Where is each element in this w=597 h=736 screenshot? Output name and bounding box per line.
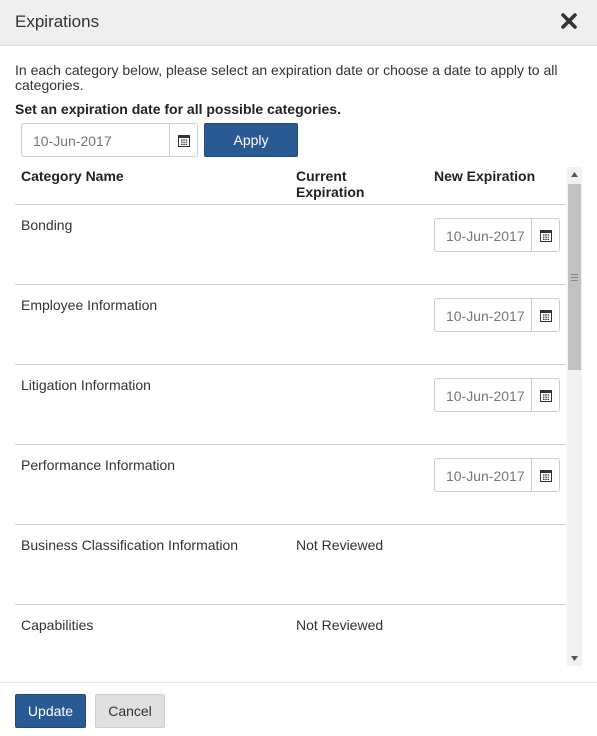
column-header-new-expiration: New Expiration <box>434 168 536 184</box>
category-name: Litigation Information <box>21 377 151 393</box>
table-row: Capabilities Not Reviewed <box>15 605 566 666</box>
table-row: Business Classification Information Not … <box>15 525 566 605</box>
new-expiration-input[interactable]: 10-Jun-2017 <box>434 458 560 492</box>
bulk-date-label: Set an expiration date for all possible … <box>15 101 341 117</box>
new-expiration-value[interactable]: 10-Jun-2017 <box>446 228 525 244</box>
column-header-category: Category Name <box>21 168 124 184</box>
table-row: Employee Information 10-Jun-2017 <box>15 285 566 365</box>
table-scrollbar[interactable] <box>567 167 582 666</box>
apply-button[interactable]: Apply <box>204 123 298 157</box>
new-expiration-value[interactable]: 10-Jun-2017 <box>446 468 525 484</box>
calendar-icon[interactable] <box>531 299 559 331</box>
table-row: Performance Information 10-Jun-2017 <box>15 445 566 525</box>
scrollbar-thumb[interactable] <box>568 184 581 370</box>
close-icon[interactable] <box>559 10 579 32</box>
bulk-date-input[interactable]: 10-Jun-2017 <box>21 123 198 157</box>
update-button[interactable]: Update <box>15 694 86 728</box>
category-name: Capabilities <box>21 617 94 633</box>
current-expiration: Not Reviewed <box>296 617 384 633</box>
calendar-icon[interactable] <box>531 379 559 411</box>
category-name: Employee Information <box>21 297 158 313</box>
intro-text: In each category below, please select an… <box>15 62 558 93</box>
new-expiration-input[interactable]: 10-Jun-2017 <box>434 218 560 252</box>
table-row: Bonding 10-Jun-2017 <box>15 205 566 285</box>
table-row: Litigation Information 10-Jun-2017 <box>15 365 566 445</box>
column-header-current-expiration: Current Expiration <box>296 168 365 200</box>
categories-table: Category Name Current Expiration New Exp… <box>15 162 566 666</box>
new-expiration-value[interactable]: 10-Jun-2017 <box>446 308 525 324</box>
dialog-title: Expirations <box>15 12 100 31</box>
category-name: Bonding <box>21 217 73 233</box>
dialog-footer: Update Cancel <box>0 682 597 736</box>
cancel-button[interactable]: Cancel <box>95 694 165 728</box>
scroll-up-arrow[interactable] <box>567 167 582 182</box>
calendar-icon[interactable] <box>531 219 559 251</box>
category-name: Business Classification Information <box>21 537 239 553</box>
bulk-date-value[interactable]: 10-Jun-2017 <box>33 133 112 149</box>
calendar-icon[interactable] <box>531 459 559 491</box>
scroll-down-arrow[interactable] <box>567 651 582 666</box>
new-expiration-value[interactable]: 10-Jun-2017 <box>446 388 525 404</box>
dialog-header: Expirations <box>0 0 597 46</box>
current-expiration: Not Reviewed <box>296 537 384 553</box>
new-expiration-input[interactable]: 10-Jun-2017 <box>434 298 560 332</box>
category-name: Performance Information <box>21 457 176 473</box>
calendar-icon[interactable] <box>169 124 197 156</box>
new-expiration-input[interactable]: 10-Jun-2017 <box>434 378 560 412</box>
